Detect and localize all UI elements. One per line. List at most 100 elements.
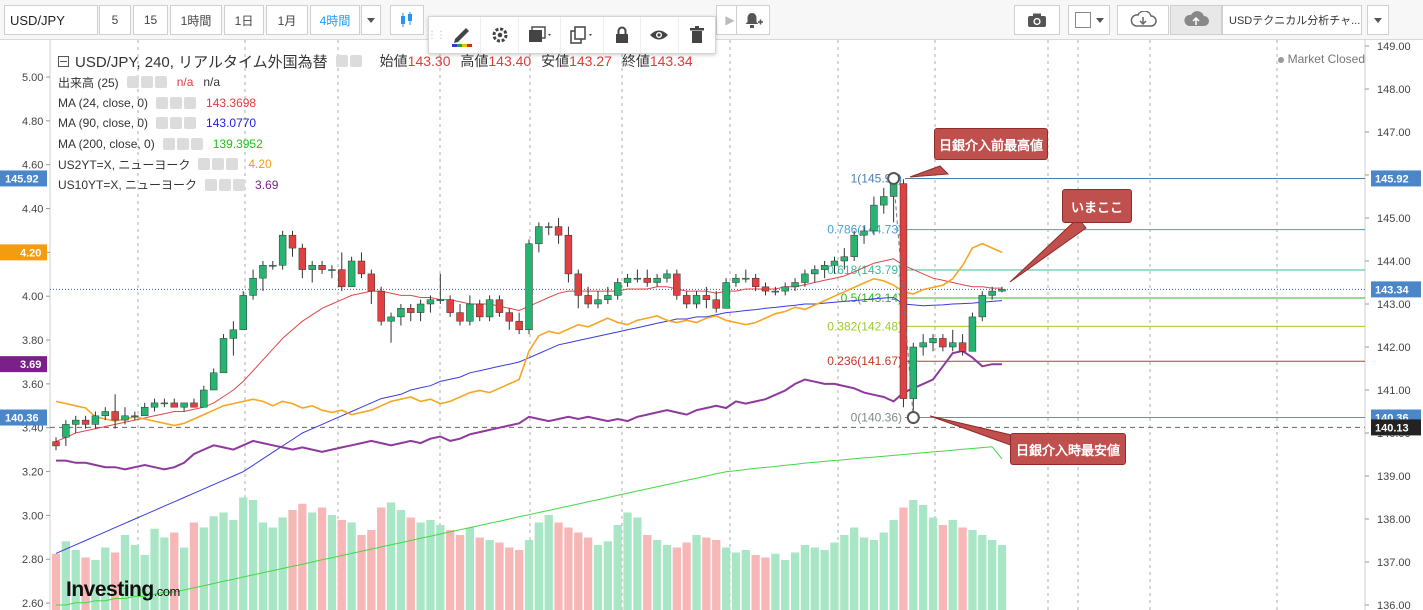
interval-1m-button[interactable]: 1月 — [266, 5, 308, 35]
volume-bar — [593, 545, 603, 610]
gear-icon[interactable] — [349, 55, 362, 67]
left-axis-tick-label: 2.80 — [22, 554, 43, 566]
row-controls[interactable] — [156, 96, 197, 109]
open-label: 始値 — [379, 53, 408, 69]
row-controls[interactable] — [126, 76, 167, 89]
candle-body — [397, 308, 405, 318]
right-axis-tick-label: 145.00 — [1377, 213, 1411, 225]
candle-body — [278, 234, 287, 266]
legend-title-controls[interactable] — [335, 55, 362, 67]
candle-body — [761, 286, 770, 292]
candle-body — [574, 273, 582, 296]
clone-button[interactable] — [560, 17, 602, 53]
volume-bar — [781, 560, 790, 610]
row-controls[interactable] — [162, 137, 203, 150]
legend-row-us2y: US2YT=X, ニューヨーク 4.20 — [58, 157, 272, 172]
candle-body — [288, 234, 297, 249]
volume-bar — [840, 535, 849, 610]
volume-bar — [899, 507, 908, 610]
volume-bar — [830, 542, 839, 610]
volume-bar — [396, 510, 406, 610]
layers-button[interactable] — [517, 17, 560, 53]
candle-body — [820, 265, 829, 270]
candle-body — [554, 226, 563, 236]
volume-bar — [988, 540, 997, 610]
cloud-load-button[interactable] — [1117, 5, 1169, 35]
candle-body — [545, 226, 553, 228]
settings-icon[interactable] — [335, 55, 348, 67]
volume-bar — [702, 537, 711, 610]
volume-bar — [613, 525, 622, 610]
callout-pre-intervention-high[interactable]: 日銀介入前最高値 — [934, 128, 1048, 160]
volume-bar — [790, 552, 800, 610]
candle-body — [623, 277, 632, 283]
volume-bar — [643, 535, 652, 610]
screenshot-button[interactable] — [1014, 5, 1060, 35]
row-controls[interactable] — [205, 178, 246, 191]
low-value: 143.27 — [569, 53, 612, 69]
row-controls[interactable] — [198, 158, 239, 171]
candle-body — [604, 295, 612, 300]
volume-bar — [278, 517, 287, 610]
candle-body — [751, 277, 760, 288]
fib-level-label: 0(140.36) — [851, 411, 902, 425]
candle-body — [91, 415, 100, 425]
candle-body — [840, 256, 849, 262]
volume-bar — [751, 555, 760, 610]
drawing-floating-toolbar: ⋮⋮ — [427, 16, 716, 54]
cloud-save-button[interactable] — [1170, 5, 1222, 35]
delete-button[interactable] — [677, 17, 715, 53]
interval-4h-button[interactable]: 4時間 — [310, 5, 360, 35]
row-controls[interactable] — [156, 117, 197, 130]
volume-bar — [810, 547, 819, 610]
volume-bar — [199, 527, 208, 610]
candle-body — [476, 303, 484, 318]
volume-bar — [268, 527, 277, 610]
collapse-icon[interactable] — [58, 55, 69, 67]
chart-type-button[interactable] — [390, 5, 424, 35]
fib-level-label: 0.618(143.79) — [827, 263, 902, 277]
volume-bar — [800, 545, 810, 610]
candle-body — [466, 303, 474, 322]
volume-bar — [327, 515, 337, 610]
candle-body — [692, 295, 701, 305]
candle-body — [347, 260, 356, 288]
candle-body — [249, 277, 257, 296]
candle-body — [318, 265, 326, 270]
drag-handle-icon[interactable]: ⋮⋮ — [427, 17, 446, 53]
interval-5-button[interactable]: 5 — [99, 5, 131, 35]
chart-area[interactable]: 1(145.92) 0.786(144.73) 0.618(143.79) 0.5(1… — [0, 40, 1423, 610]
interval-1d-button[interactable]: 1日 — [224, 5, 264, 35]
interval-15-button[interactable]: 15 — [133, 5, 168, 35]
candle-body — [416, 303, 425, 313]
candle-body — [949, 342, 957, 348]
volume-bar — [357, 535, 366, 610]
interval-dropdown-button[interactable] — [361, 5, 381, 35]
candle-body — [180, 402, 188, 408]
candle-body — [594, 299, 602, 305]
volume-bar — [524, 540, 534, 610]
candle-body — [140, 406, 149, 417]
high-label: 高値 — [460, 53, 489, 69]
volume-bar — [869, 540, 879, 610]
left-axis-marker-label: 4.20 — [20, 247, 41, 259]
copy-icon — [570, 26, 592, 44]
pencil-button[interactable] — [443, 17, 480, 53]
legend-row-ma200: MA (200, close, 0) 139.3952 — [58, 136, 263, 151]
color-theme-button[interactable] — [1068, 5, 1110, 35]
volume-bar — [820, 550, 829, 610]
callout-intervention-low[interactable]: 日銀介入時最安値 — [1010, 433, 1126, 465]
candle-body — [357, 260, 366, 275]
volume-bar — [554, 522, 563, 610]
symbol-input[interactable]: USD/JPY — [4, 5, 98, 35]
visibility-button[interactable] — [640, 17, 677, 53]
add-alert-button[interactable] — [736, 5, 770, 35]
layout-name[interactable]: USDテクニカル分析チャ... — [1222, 5, 1362, 35]
callout-current-position[interactable]: いまここ — [1062, 189, 1132, 223]
interval-1h-button[interactable]: 1時間 — [170, 5, 222, 35]
volume-bar — [377, 507, 386, 610]
right-axis-marker-label: 143.34 — [1375, 284, 1410, 296]
settings-button[interactable] — [480, 17, 517, 53]
layout-dropdown-button[interactable] — [1367, 5, 1389, 35]
lock-button[interactable] — [602, 17, 640, 53]
